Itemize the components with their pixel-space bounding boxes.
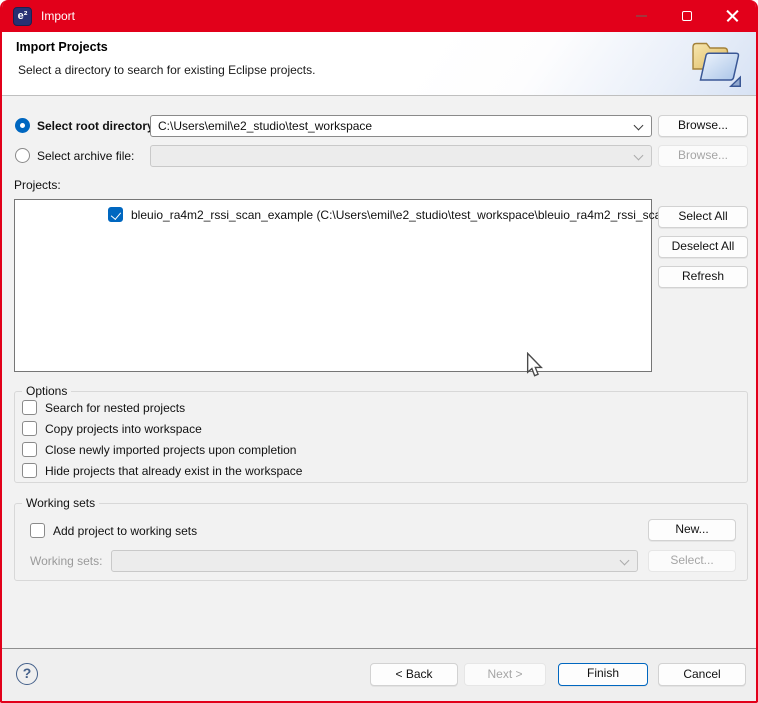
archive-file-combo bbox=[150, 145, 652, 167]
wizard-content: Select root directory: C:\Users\emil\e2_… bbox=[2, 96, 756, 648]
projects-label: Projects: bbox=[14, 178, 61, 192]
chevron-down-icon bbox=[634, 151, 644, 161]
e2-studio-app-icon: e² bbox=[13, 7, 32, 26]
minimize-button[interactable] bbox=[618, 0, 664, 32]
close-icon bbox=[726, 9, 740, 23]
page-title: Import Projects bbox=[16, 40, 108, 54]
mouse-cursor bbox=[526, 352, 543, 378]
new-working-set-button[interactable]: New... bbox=[648, 519, 736, 541]
project-checkbox[interactable] bbox=[108, 207, 123, 222]
browse-archive-button: Browse... bbox=[658, 145, 748, 167]
select-working-set-button: Select... bbox=[648, 550, 736, 572]
select-root-directory-label: Select root directory: bbox=[37, 119, 158, 133]
working-sets-legend: Working sets bbox=[22, 496, 99, 510]
minimize-icon bbox=[636, 15, 647, 17]
search-nested-label: Search for nested projects bbox=[45, 401, 185, 415]
working-sets-group: Working sets Add project to working sets… bbox=[14, 503, 748, 581]
maximize-button[interactable] bbox=[664, 0, 710, 32]
finish-button[interactable]: Finish bbox=[558, 663, 648, 686]
projects-list[interactable]: bleuio_ra4m2_rssi_scan_example (C:\Users… bbox=[14, 199, 652, 372]
button-bar: ? < Back Next > Finish Cancel bbox=[2, 648, 756, 701]
page-subtitle: Select a directory to search for existin… bbox=[18, 63, 315, 77]
wizard-header: Import Projects Select a directory to se… bbox=[2, 32, 756, 96]
app-badge-text: e² bbox=[18, 10, 28, 22]
copy-projects-label: Copy projects into workspace bbox=[45, 422, 202, 436]
next-button: Next > bbox=[464, 663, 546, 686]
chevron-down-icon[interactable] bbox=[634, 121, 644, 131]
refresh-button[interactable]: Refresh bbox=[658, 266, 748, 288]
titlebar[interactable]: e² Import bbox=[2, 0, 756, 32]
add-working-sets-label: Add project to working sets bbox=[53, 524, 197, 538]
import-dialog-window: e² Import Import Projects Select a direc… bbox=[0, 0, 758, 703]
search-nested-projects-option[interactable]: Search for nested projects bbox=[22, 400, 185, 415]
window-title: Import bbox=[41, 9, 75, 23]
add-to-working-sets-option[interactable]: Add project to working sets bbox=[30, 523, 197, 538]
help-button[interactable]: ? bbox=[16, 663, 38, 685]
working-sets-combo bbox=[111, 550, 638, 572]
project-list-item[interactable]: bleuio_ra4m2_rssi_scan_example (C:\Users… bbox=[108, 207, 724, 222]
select-archive-file-label: Select archive file: bbox=[37, 149, 134, 163]
options-group: Options Search for nested projects Copy … bbox=[14, 391, 748, 483]
root-directory-value: C:\Users\emil\e2_studio\test_workspace bbox=[158, 119, 372, 133]
select-all-button[interactable]: Select All bbox=[658, 206, 748, 228]
close-imported-checkbox[interactable] bbox=[22, 442, 37, 457]
deselect-all-button[interactable]: Deselect All bbox=[658, 236, 748, 258]
maximize-icon bbox=[682, 11, 692, 21]
cancel-button[interactable]: Cancel bbox=[658, 663, 746, 686]
import-folder-icon bbox=[686, 36, 742, 93]
add-working-sets-checkbox[interactable] bbox=[30, 523, 45, 538]
window-controls bbox=[618, 0, 756, 32]
close-imported-label: Close newly imported projects upon compl… bbox=[45, 443, 296, 457]
search-nested-checkbox[interactable] bbox=[22, 400, 37, 415]
options-legend: Options bbox=[22, 384, 71, 398]
hide-existing-checkbox[interactable] bbox=[22, 463, 37, 478]
chevron-down-icon bbox=[620, 556, 630, 566]
hide-existing-label: Hide projects that already exist in the … bbox=[45, 464, 302, 478]
working-sets-label: Working sets: bbox=[30, 554, 102, 568]
select-archive-file-radio[interactable] bbox=[15, 148, 30, 163]
browse-root-button[interactable]: Browse... bbox=[658, 115, 748, 137]
root-directory-combo[interactable]: C:\Users\emil\e2_studio\test_workspace bbox=[150, 115, 652, 137]
project-item-text: bleuio_ra4m2_rssi_scan_example (C:\Users… bbox=[131, 208, 724, 222]
select-root-directory-radio[interactable] bbox=[15, 118, 30, 133]
copy-projects-option[interactable]: Copy projects into workspace bbox=[22, 421, 202, 436]
hide-existing-option[interactable]: Hide projects that already exist in the … bbox=[22, 463, 302, 478]
copy-projects-checkbox[interactable] bbox=[22, 421, 37, 436]
close-imported-option[interactable]: Close newly imported projects upon compl… bbox=[22, 442, 296, 457]
close-button[interactable] bbox=[710, 0, 756, 32]
back-button[interactable]: < Back bbox=[370, 663, 458, 686]
